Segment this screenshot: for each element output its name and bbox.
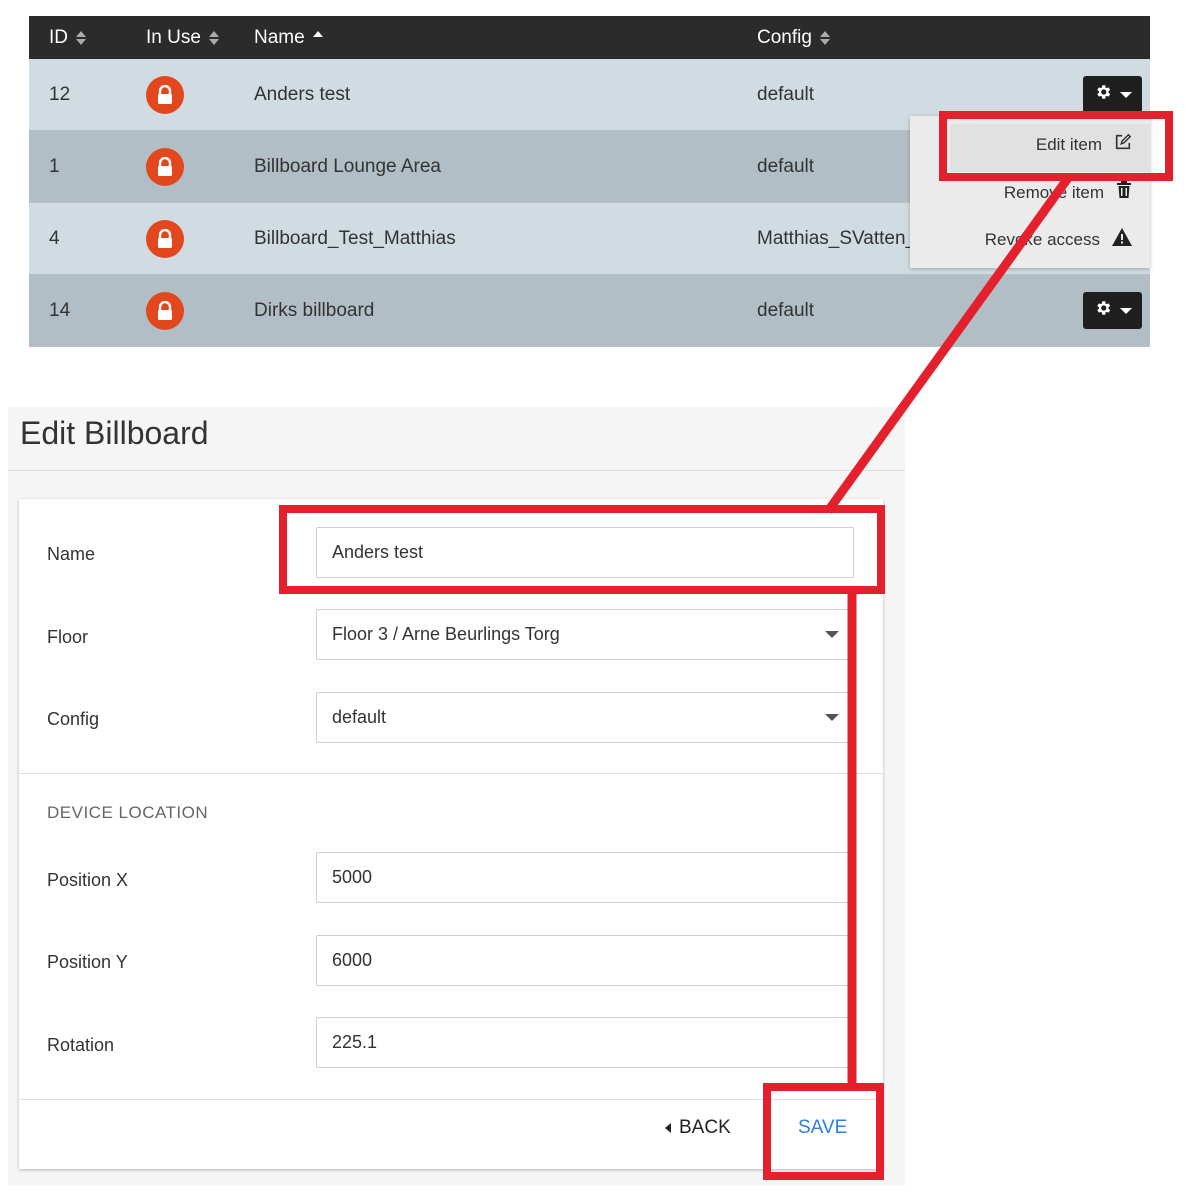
annotation-connector-line — [824, 175, 1072, 514]
annotation-arrows — [824, 175, 1072, 1085]
